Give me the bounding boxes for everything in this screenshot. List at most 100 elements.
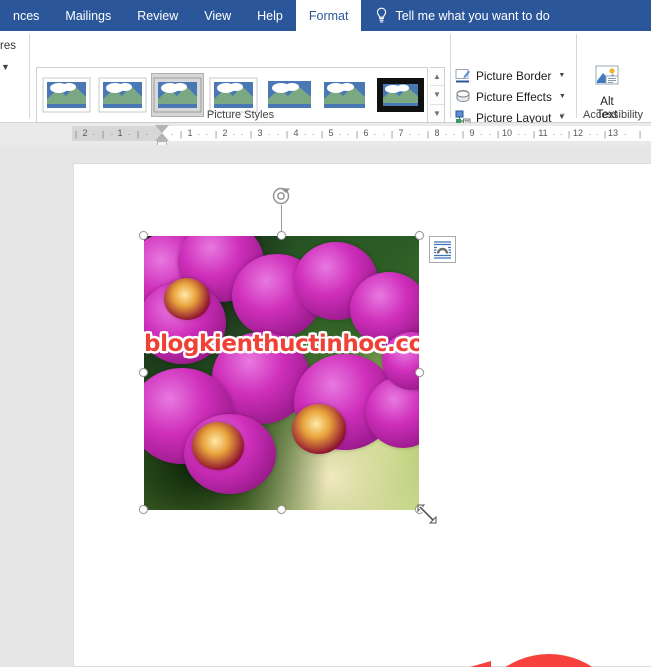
gallery-scroll-down-button[interactable]: ▼	[430, 86, 444, 105]
picture-styles-dialog-launcher[interactable]: ⌐	[560, 109, 565, 119]
ruler-tick: ·	[311, 130, 315, 139]
ruler-tick: |	[214, 130, 218, 139]
ruler-tick: ·	[452, 130, 456, 139]
ruler-tick: ·	[623, 130, 627, 139]
tab-help[interactable]: Help	[244, 0, 296, 31]
ruler-number: 1	[187, 128, 193, 138]
ruler-tick: ·	[559, 130, 563, 139]
group-divider-2	[450, 34, 451, 118]
ruler-tick: ·	[444, 130, 448, 139]
orchid-lip	[164, 278, 210, 320]
ruler-tick: |	[136, 130, 140, 139]
resize-handle-nw[interactable]	[139, 231, 148, 240]
partial-group-label: res	[0, 40, 16, 52]
rotate-icon[interactable]	[271, 185, 293, 207]
orchid-lip	[292, 404, 346, 454]
ruler-tick: ·	[588, 130, 592, 139]
ruler-number: 6	[363, 128, 369, 138]
ruler-number: 12	[572, 128, 584, 138]
group-divider-1	[29, 34, 30, 118]
ruler-tick: |	[355, 130, 359, 139]
document-canvas: blogkienthuctinhoc.com Đẩy vào hoặc kéo	[0, 145, 651, 667]
ribbon: res ▼ ▲ ▼ ▼ Picture Border ▼ Picture Eff…	[0, 31, 651, 125]
first-line-indent-marker[interactable]	[155, 125, 169, 133]
ruler-tick: ·	[205, 130, 209, 139]
chevron-down-icon: ▼	[558, 93, 566, 100]
resize-handle-w[interactable]	[139, 368, 148, 377]
chevron-down-icon: ▼	[558, 72, 566, 79]
resize-handle-ne[interactable]	[415, 231, 424, 240]
ruler-number: 3	[257, 128, 263, 138]
tab-references[interactable]: nces	[0, 0, 52, 31]
group-label-accessibility: Accessibility	[583, 109, 643, 121]
ruler-tick: ·	[197, 130, 201, 139]
tab-format[interactable]: Format	[295, 0, 362, 31]
resize-handle-n[interactable]	[277, 231, 286, 240]
resize-handle-s[interactable]	[277, 505, 286, 514]
ruler-number: 5	[328, 128, 334, 138]
selected-picture-orchids[interactable]: blogkienthuctinhoc.com	[144, 236, 419, 510]
alt-text-icon	[591, 65, 623, 95]
ruler-tick: |	[74, 130, 78, 139]
tell-me-search[interactable]: Tell me what you want to do	[361, 0, 550, 31]
ruler-tick: |	[101, 130, 105, 139]
picture-border-icon	[455, 68, 471, 84]
ruler-tick: |	[603, 130, 607, 139]
orchid-lip	[192, 422, 244, 470]
ruler-tick: ·	[276, 130, 280, 139]
resize-handle-se[interactable]	[415, 505, 424, 514]
gallery-scroll-up-button[interactable]: ▲	[430, 68, 444, 87]
callout-tail	[435, 661, 491, 667]
picture-effects-button[interactable]: Picture Effects ▼	[455, 86, 570, 107]
document-page[interactable]: blogkienthuctinhoc.com	[73, 163, 651, 667]
group-divider-3	[576, 34, 577, 118]
picture-effects-icon	[455, 89, 471, 105]
ruler-number: 2	[222, 128, 228, 138]
ruler-tick: ·	[523, 130, 527, 139]
ruler-tick: ·	[127, 130, 131, 139]
picture-watermark: blogkienthuctinhoc.com	[144, 331, 419, 357]
alt-text-label-line1: Alt	[600, 96, 614, 108]
ruler-tick: ·	[240, 130, 244, 139]
ruler-tick: ·	[479, 130, 483, 139]
tab-help-label: Help	[257, 8, 283, 23]
ruler-number: 10	[501, 128, 513, 138]
ruler-tick: ·	[303, 130, 307, 139]
ruler-tick: ·	[595, 130, 599, 139]
ruler-number: 2	[82, 128, 88, 138]
ruler-tick: |	[390, 130, 394, 139]
picture-style-commands: Picture Border ▼ Picture Effects ▼ Pictu…	[455, 65, 570, 128]
tab-references-label: nces	[13, 8, 40, 23]
ribbon-tab-bar: nces Mailings Review View Help Format Te…	[0, 0, 651, 31]
tab-review-label: Review	[137, 8, 179, 23]
ruler-tick: ·	[517, 130, 521, 139]
ruler-tick: ·	[145, 130, 149, 139]
ruler-tick: |	[461, 130, 465, 139]
picture-border-button[interactable]: Picture Border ▼	[455, 65, 570, 86]
chevron-down-icon: ▼	[433, 90, 441, 100]
ruler-tick: |	[532, 130, 536, 139]
chevron-up-icon: ▲	[433, 72, 441, 82]
tab-view[interactable]: View	[191, 0, 244, 31]
ruler-tick: ·	[170, 130, 174, 139]
tab-mailings[interactable]: Mailings	[52, 0, 124, 31]
tab-view-label: View	[204, 8, 232, 23]
hanging-indent-marker[interactable]	[155, 133, 169, 141]
tab-review[interactable]: Review	[124, 0, 191, 31]
picture-effects-label: Picture Effects	[476, 89, 552, 104]
ruler-tick: |	[320, 130, 324, 139]
chevron-down-icon[interactable]: ▼	[1, 62, 10, 72]
picture-border-label: Picture Border	[476, 68, 552, 83]
ruler-tick: ·	[373, 130, 377, 139]
word-window: nces Mailings Review View Help Format Te…	[0, 0, 651, 667]
ruler-tick: ·	[267, 130, 271, 139]
ruler-tick: |	[638, 130, 642, 139]
group-label-picture-styles: Picture Styles	[206, 109, 275, 121]
ribbon-left-partial-group: res ▼	[0, 31, 28, 123]
ruler-tick: ·	[338, 130, 342, 139]
layout-options-button[interactable]	[429, 236, 456, 263]
horizontal-ruler[interactable]: 2 1 1 2 3 4 5 6 7 8 9 10 11 12 13 | · | · · | · · | · · | · · | · · | · ·…	[0, 123, 651, 148]
resize-handle-sw[interactable]	[139, 505, 148, 514]
resize-handle-e[interactable]	[415, 368, 424, 377]
ruler-tick: ·	[488, 130, 492, 139]
